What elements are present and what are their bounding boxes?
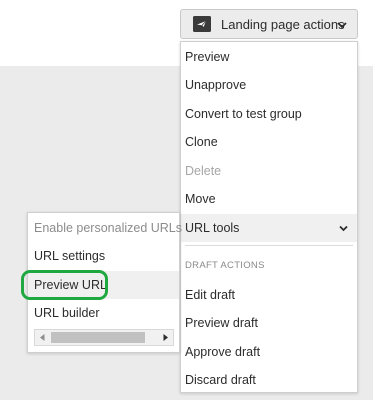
- draft-actions-header: DRAFT ACTIONS: [185, 260, 265, 271]
- menu-item-delete: Delete: [185, 164, 222, 178]
- actions-button-label: Landing page actions: [221, 16, 345, 32]
- landing-page-actions-button[interactable]: Landing page actions: [180, 9, 358, 39]
- menu-item-edit-draft[interactable]: Edit draft: [181, 281, 357, 309]
- scrollbar-thumb[interactable]: [51, 332, 145, 343]
- scroll-left-arrow-icon[interactable]: [37, 332, 48, 343]
- submenu-item-url-settings[interactable]: URL settings: [28, 242, 179, 270]
- horizontal-scrollbar[interactable]: [34, 329, 174, 346]
- actions-menu: Preview Unapprove Convert to test group …: [180, 41, 358, 393]
- menu-item-approve-draft[interactable]: Approve draft: [181, 338, 357, 366]
- menu-item-url-tools[interactable]: URL tools: [181, 214, 357, 242]
- chevron-down-icon: [337, 22, 347, 29]
- menu-divider: [185, 245, 353, 246]
- menu-item-clone[interactable]: Clone: [181, 128, 357, 156]
- menu-item-convert-to-test-group[interactable]: Convert to test group: [181, 100, 357, 128]
- url-tools-submenu: Enable personalized URLs URL settings Pr…: [27, 212, 183, 353]
- chevron-down-icon: [339, 225, 348, 232]
- menu-item-move[interactable]: Move: [181, 185, 357, 213]
- submenu-item-enable-personalized-urls: Enable personalized URLs: [34, 221, 183, 235]
- menu-item-unapprove[interactable]: Unapprove: [181, 71, 357, 99]
- menu-item-url-tools-label: URL tools: [185, 221, 240, 235]
- landing-page-icon: [193, 16, 211, 32]
- submenu-item-url-builder[interactable]: URL builder: [28, 299, 179, 327]
- scroll-right-arrow-icon[interactable]: [160, 332, 171, 343]
- menu-item-preview[interactable]: Preview: [181, 43, 357, 71]
- menu-item-preview-draft[interactable]: Preview draft: [181, 309, 357, 337]
- submenu-item-preview-url[interactable]: Preview URL: [28, 271, 179, 299]
- menu-item-discard-draft[interactable]: Discard draft: [181, 366, 357, 394]
